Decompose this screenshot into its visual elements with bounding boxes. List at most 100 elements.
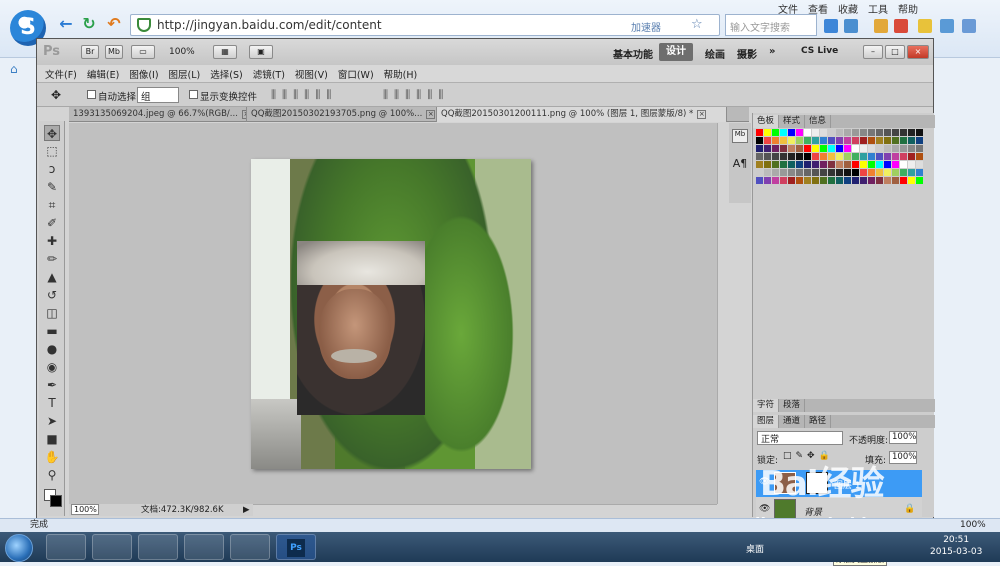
scissors-icon[interactable]: [844, 19, 858, 33]
color-swatch[interactable]: [836, 145, 843, 152]
color-swatch[interactable]: [812, 137, 819, 144]
color-swatch[interactable]: [916, 129, 923, 136]
extension-icon[interactable]: [894, 19, 908, 33]
color-swatch[interactable]: [772, 129, 779, 136]
color-swatch[interactable]: [756, 145, 763, 152]
color-swatch[interactable]: [820, 169, 827, 176]
desktop-label[interactable]: 桌面: [746, 542, 764, 555]
menu-file[interactable]: 文件: [778, 1, 798, 16]
color-swatch[interactable]: [764, 153, 771, 160]
eraser-tool[interactable]: ◫: [44, 305, 60, 321]
start-button[interactable]: [5, 534, 33, 562]
close-icon[interactable]: ×: [697, 110, 707, 119]
fill-input[interactable]: 100%: [889, 451, 917, 464]
opacity-input[interactable]: 100%: [889, 431, 917, 444]
color-swatch[interactable]: [836, 129, 843, 136]
canvas-area[interactable]: [69, 123, 717, 504]
color-swatch[interactable]: [796, 161, 803, 168]
color-swatch[interactable]: [876, 137, 883, 144]
color-swatch[interactable]: [788, 153, 795, 160]
color-swatch[interactable]: [900, 153, 907, 160]
workspace-essentials[interactable]: 基本功能: [613, 46, 653, 61]
color-swatch[interactable]: [860, 153, 867, 160]
color-swatch[interactable]: [844, 129, 851, 136]
color-swatch[interactable]: [860, 161, 867, 168]
color-swatch[interactable]: [828, 153, 835, 160]
color-swatch[interactable]: [804, 145, 811, 152]
screen-mode-button[interactable]: ▣: [249, 45, 273, 59]
color-swatch[interactable]: [876, 145, 883, 152]
quick-select-tool[interactable]: ✎: [44, 179, 60, 195]
color-swatch[interactable]: [852, 161, 859, 168]
color-swatch[interactable]: [764, 137, 771, 144]
color-swatch[interactable]: [772, 145, 779, 152]
color-swatch[interactable]: [916, 153, 923, 160]
ps-menu-layer[interactable]: 图层(L): [169, 67, 201, 81]
color-swatch[interactable]: [756, 161, 763, 168]
color-swatch[interactable]: [884, 153, 891, 160]
character-panel-icon[interactable]: A¶: [732, 157, 748, 171]
color-swatch[interactable]: [804, 177, 811, 184]
color-swatch[interactable]: [892, 177, 899, 184]
color-swatch[interactable]: [852, 153, 859, 160]
folder-icon[interactable]: [918, 19, 932, 33]
blend-mode-select[interactable]: 正常: [757, 431, 843, 445]
color-swatch[interactable]: [908, 137, 915, 144]
color-swatch[interactable]: [916, 169, 923, 176]
arrange-button[interactable]: ▦: [213, 45, 237, 59]
color-swatch[interactable]: [812, 129, 819, 136]
menu-favorites[interactable]: 收藏: [838, 1, 858, 16]
zoom-field[interactable]: 100%: [71, 504, 99, 515]
color-swatch[interactable]: [804, 137, 811, 144]
color-swatch[interactable]: [764, 129, 771, 136]
color-swatch[interactable]: [820, 161, 827, 168]
color-swatch[interactable]: [868, 169, 875, 176]
color-swatch[interactable]: [756, 137, 763, 144]
color-swatch[interactable]: [844, 177, 851, 184]
distribute-icons[interactable]: ⫼⫼⫼⫼⫼⫼: [383, 88, 449, 102]
color-swatch[interactable]: [844, 137, 851, 144]
color-swatch[interactable]: [796, 169, 803, 176]
color-swatch[interactable]: [884, 145, 891, 152]
color-swatch[interactable]: [796, 145, 803, 152]
color-swatch[interactable]: [772, 153, 779, 160]
menu-help[interactable]: 帮助: [898, 1, 918, 16]
color-swatch[interactable]: [764, 169, 771, 176]
pen-tool[interactable]: ✒: [44, 377, 60, 393]
color-swatch[interactable]: [900, 145, 907, 152]
path-select-tool[interactable]: ➤: [44, 413, 60, 429]
align-icons[interactable]: ⫼⫼⫼⫼⫼⫼: [271, 88, 337, 102]
color-swatch[interactable]: [900, 161, 907, 168]
browser-taskbar-icon[interactable]: [46, 534, 86, 560]
color-swatch[interactable]: [900, 129, 907, 136]
color-swatch[interactable]: [884, 129, 891, 136]
refresh-icon[interactable]: ↻: [79, 14, 99, 34]
color-swatch[interactable]: [780, 137, 787, 144]
color-swatch[interactable]: [876, 161, 883, 168]
app-taskbar-icon[interactable]: [184, 534, 224, 560]
browser-tool-icon[interactable]: [824, 19, 838, 33]
color-swatch[interactable]: [804, 161, 811, 168]
color-swatch[interactable]: [868, 177, 875, 184]
color-swatch[interactable]: [868, 145, 875, 152]
color-swatch[interactable]: [788, 129, 795, 136]
workspace-design[interactable]: 设计: [659, 43, 693, 61]
color-swatch[interactable]: [916, 161, 923, 168]
color-swatch[interactable]: [788, 177, 795, 184]
color-swatch[interactable]: [852, 145, 859, 152]
ps-menu-edit[interactable]: 编辑(E): [87, 67, 119, 81]
color-swatch[interactable]: [828, 137, 835, 144]
color-swatch[interactable]: [828, 145, 835, 152]
vertical-scrollbar[interactable]: [717, 123, 727, 504]
color-swatch[interactable]: [804, 129, 811, 136]
color-swatch[interactable]: [844, 161, 851, 168]
color-swatch[interactable]: [788, 161, 795, 168]
color-swatch[interactable]: [852, 169, 859, 176]
home-icon[interactable]: ⌂: [10, 62, 18, 76]
color-swatch[interactable]: [868, 161, 875, 168]
color-swatch[interactable]: [836, 169, 843, 176]
search-input[interactable]: 输入文字搜索: [725, 14, 817, 36]
color-swatch[interactable]: [852, 177, 859, 184]
marquee-tool[interactable]: ⬚: [44, 143, 60, 159]
color-swatch[interactable]: [780, 145, 787, 152]
